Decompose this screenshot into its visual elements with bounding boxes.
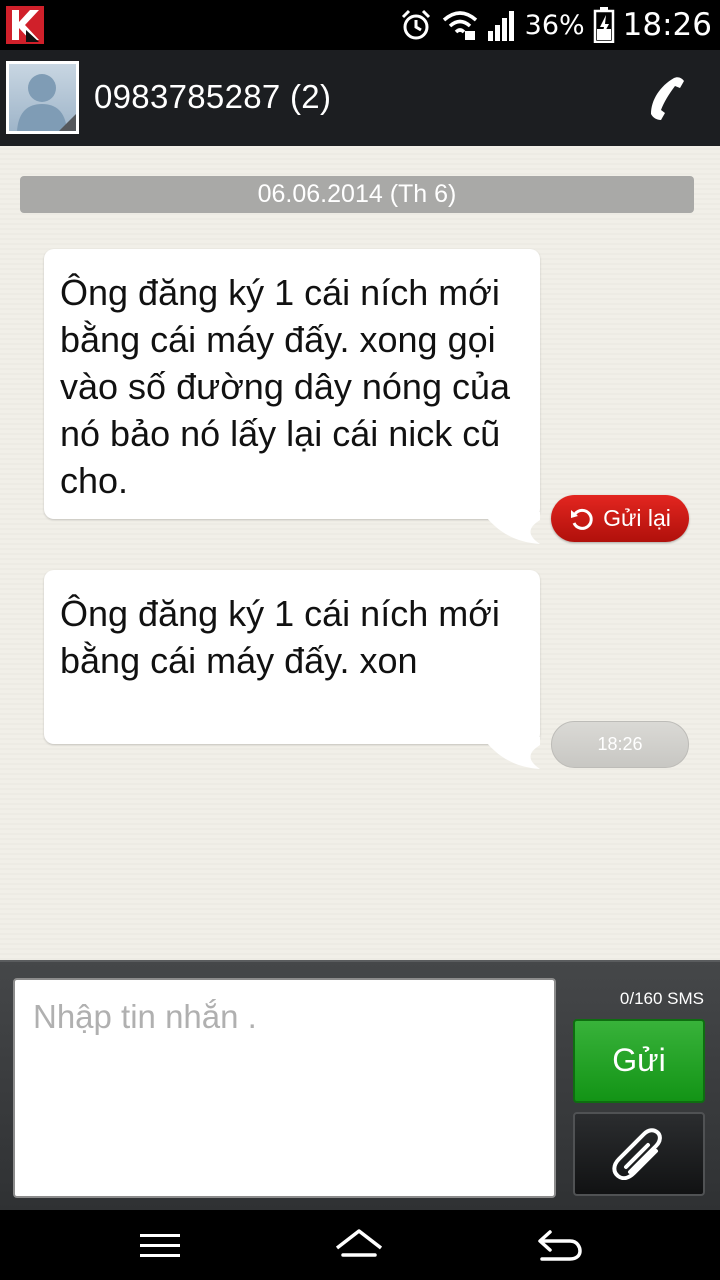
date-separator: 06.06.2014 (Th 6) xyxy=(20,176,694,213)
message-bubble[interactable]: Ông đăng ký 1 cái ních mới bằng cái máy … xyxy=(44,570,540,744)
attach-button[interactable] xyxy=(573,1112,705,1196)
message-bubble[interactable]: Ông đăng ký 1 cái ních mới bằng cái máy … xyxy=(44,249,540,519)
resend-button[interactable]: Gửi lại xyxy=(551,495,689,542)
resend-label: Gửi lại xyxy=(603,505,671,531)
menu-button[interactable] xyxy=(130,1224,190,1268)
home-button[interactable] xyxy=(329,1224,389,1268)
battery-charging-icon xyxy=(593,7,614,43)
message-text: Ông đăng ký 1 cái ních mới bằng cái máy … xyxy=(60,593,500,681)
contact-avatar-icon[interactable] xyxy=(6,61,79,134)
kaspersky-icon xyxy=(6,6,44,44)
status-time: 18:26 xyxy=(622,7,712,43)
message-text: Ông đăng ký 1 cái ních mới bằng cái máy … xyxy=(60,272,511,501)
back-icon xyxy=(538,1230,582,1261)
message-list[interactable]: 06.06.2014 (Th 6) Ông đăng ký 1 cái ních… xyxy=(0,146,720,960)
back-button[interactable] xyxy=(530,1224,590,1268)
bubble-tail xyxy=(482,737,540,769)
signal-icon xyxy=(487,11,514,41)
message-input[interactable] xyxy=(13,978,556,1198)
alarm-icon xyxy=(401,9,430,40)
char-counter: 0/160 SMS xyxy=(619,989,704,1008)
paperclip-icon xyxy=(612,1128,662,1180)
message-time: 18:26 xyxy=(551,721,689,768)
phone-icon[interactable] xyxy=(640,72,690,122)
bubble-tail xyxy=(482,512,540,544)
retry-icon xyxy=(571,508,593,530)
status-bar: 36% 18:26 xyxy=(0,0,720,50)
send-button[interactable]: Gửi xyxy=(573,1019,705,1103)
menu-icon xyxy=(140,1234,180,1257)
home-icon xyxy=(335,1229,383,1257)
contact-title: 0983785287 (2) xyxy=(94,78,332,115)
navigation-bar xyxy=(0,1210,720,1280)
compose-bar: 0/160 SMS Gửi xyxy=(0,960,720,1210)
conversation-header: 0983785287 (2) xyxy=(0,50,720,146)
wifi-icon xyxy=(442,11,477,40)
battery-percent: 36% xyxy=(524,9,585,41)
